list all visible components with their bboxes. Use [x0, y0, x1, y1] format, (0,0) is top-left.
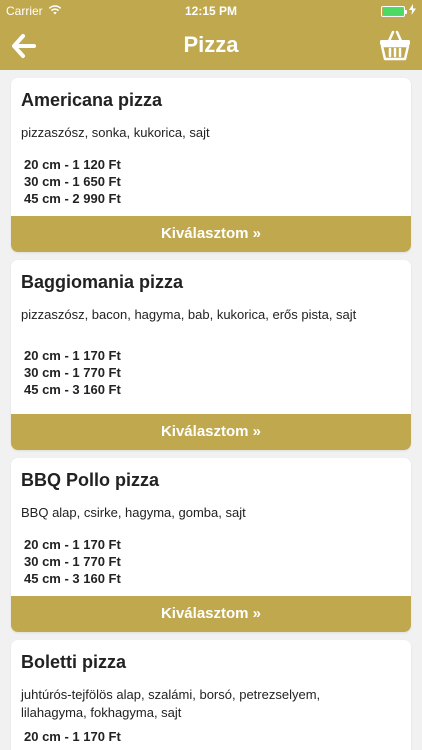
price-line: 20 cm - 1 170 Ft — [24, 537, 121, 552]
price-line: 45 cm - 3 160 Ft — [24, 571, 121, 586]
battery-fill — [383, 7, 403, 15]
pizza-ingredients: pizzaszósz, bacon, hagyma, bab, kukorica… — [21, 307, 357, 322]
price-line: 20 cm - 1 120 Ft — [24, 157, 121, 172]
page-title: Pizza — [183, 32, 239, 57]
pizza-ingredients: juhtúrós-tejfölös alap, szalámi, borsó, … — [21, 687, 321, 720]
pizza-ingredients: BBQ alap, csirke, hagyma, gomba, sajt — [21, 505, 246, 520]
pizza-ingredients: pizzaszósz, sonka, kukorica, sajt — [21, 125, 210, 140]
pizza-card: BBQ Pollo pizza BBQ alap, csirke, hagyma… — [11, 458, 411, 632]
header: Carrier 12:15 PM Pizza — [0, 0, 422, 70]
pizza-list[interactable]: Americana pizza pizzaszósz, sonka, kukor… — [0, 70, 422, 750]
price-line: 30 cm - 1 770 Ft — [24, 365, 121, 380]
price-line: 45 cm - 2 990 Ft — [24, 191, 121, 206]
status-bar: Carrier 12:15 PM — [0, 0, 422, 22]
pizza-name: Boletti pizza — [21, 652, 127, 672]
pizza-name: Americana pizza — [21, 90, 163, 110]
pizza-name: BBQ Pollo pizza — [21, 470, 160, 490]
charging-bolt-icon — [409, 4, 416, 18]
select-button[interactable]: Kiválasztom » — [11, 414, 411, 450]
select-button[interactable]: Kiválasztom » — [11, 216, 411, 252]
pizza-card: Americana pizza pizzaszósz, sonka, kukor… — [11, 78, 411, 252]
battery-icon — [381, 5, 407, 17]
price-line: 45 cm - 3 160 Ft — [24, 382, 121, 397]
basket-icon — [380, 30, 410, 61]
pizza-name: Baggiomania pizza — [21, 272, 184, 292]
price-line: 30 cm - 1 770 Ft — [24, 554, 121, 569]
status-time: 12:15 PM — [184, 4, 238, 18]
nav-bar: Pizza — [0, 22, 422, 70]
pizza-card: Baggiomania pizza pizzaszósz, bacon, hag… — [11, 260, 411, 450]
status-right — [381, 4, 416, 18]
price-line: 30 cm - 1 650 Ft — [24, 174, 121, 189]
select-button[interactable]: Kiválasztom » — [11, 596, 411, 632]
basket-button[interactable] — [378, 28, 412, 62]
price-line: 20 cm - 1 170 Ft — [24, 729, 121, 744]
price-line: 20 cm - 1 170 Ft — [24, 348, 121, 363]
pizza-card: Boletti pizza juhtúrós-tejfölös alap, sz… — [11, 640, 411, 750]
